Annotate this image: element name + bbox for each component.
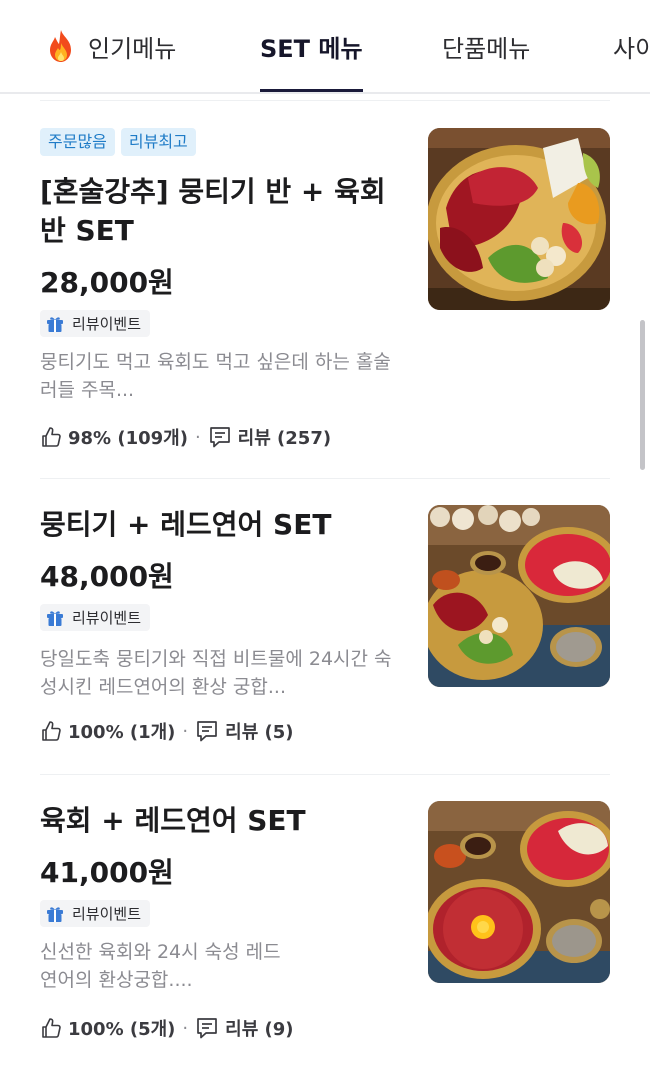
review-event-label: 리뷰이벤트: [72, 609, 142, 627]
tab-single-menu[interactable]: 단품메뉴: [442, 0, 530, 92]
separator-dot: ·: [182, 1017, 189, 1039]
thumbs-up-icon: [42, 721, 61, 741]
divider: [40, 100, 610, 101]
thumbs-up-icon: [42, 427, 61, 447]
menu-item-card[interactable]: 주문많음 리뷰최고 [혼술강추] 뭉티기 반 + 육회 반 SET 28,000…: [40, 128, 610, 458]
food-platter-photo: [428, 128, 610, 310]
like-rate: 100% (1개): [68, 722, 176, 743]
divider: [40, 478, 610, 479]
like-rate: 100% (5개): [68, 1019, 176, 1040]
food-platter-photo: [428, 505, 610, 687]
badge-group: 주문많음 리뷰최고: [40, 128, 196, 156]
review-event-badge: 리뷰이벤트: [40, 900, 151, 927]
tab-label: 사이: [613, 34, 650, 63]
divider: [40, 774, 610, 775]
review-event-label: 리뷰이벤트: [72, 905, 142, 923]
tab-label: 인기메뉴: [88, 34, 177, 63]
gift-icon: [47, 610, 63, 626]
menu-item-stats: 100% (5개) · 리뷰 (9): [40, 1014, 294, 1042]
food-platter-photo: [428, 801, 610, 983]
scrollbar[interactable]: [640, 320, 645, 470]
review-count: 리뷰 (5): [225, 722, 294, 743]
menu-item-price: 48,000원: [40, 560, 174, 593]
menu-item-price: 28,000원: [40, 266, 174, 299]
menu-item-description: 당일도축 뭉티기와 직접 비트물에 24시간 숙성시킨 레드연어의 환상 궁합.…: [40, 648, 392, 698]
active-tab-indicator: [260, 89, 363, 92]
menu-item-title: 뭉티기 + 레드연어 SET: [40, 508, 332, 541]
separator-dot: ·: [194, 426, 201, 448]
tab-side-menu[interactable]: 사이: [613, 0, 650, 92]
like-rate: 98% (109개): [68, 428, 188, 449]
category-tab-bar: 인기메뉴 SET 메뉴 단품메뉴 사이: [0, 0, 650, 94]
menu-item-price: 41,000원: [40, 856, 174, 889]
badge-best-review: 리뷰최고: [120, 128, 196, 156]
gift-icon: [47, 316, 63, 332]
menu-item-stats: 98% (109개) · 리뷰 (257): [40, 423, 331, 451]
fire-icon: [50, 30, 71, 62]
gift-icon: [47, 906, 63, 922]
menu-item-stats: 100% (1개) · 리뷰 (5): [40, 717, 294, 745]
review-event-badge: 리뷰이벤트: [40, 604, 151, 631]
badge-most-ordered: 주문많음: [40, 128, 115, 156]
menu-item-description: 뭉티기도 먹고 육회도 먹고 싶은데 하는 홀술러들 주목...: [40, 351, 391, 401]
review-icon: [197, 721, 218, 742]
review-count: 리뷰 (257): [237, 428, 332, 449]
review-icon: [197, 1018, 218, 1039]
review-count: 리뷰 (9): [225, 1019, 294, 1040]
menu-item-card[interactable]: 뭉티기 + 레드연어 SET 48,000원 리뷰이벤트 당일도축 뭉티기와 직…: [40, 505, 610, 755]
tab-set-menu[interactable]: SET 메뉴: [260, 0, 363, 92]
menu-item-description: 신선한 육회와 24시 숙성 레드연어의 환상궁합....: [40, 941, 281, 991]
tab-popular-menu[interactable]: 인기메뉴: [46, 0, 176, 92]
review-event-badge: 리뷰이벤트: [40, 310, 151, 337]
thumbs-up-icon: [42, 1018, 61, 1038]
tab-label: SET 메뉴: [260, 34, 363, 63]
tab-label: 단품메뉴: [442, 34, 531, 63]
menu-item-card[interactable]: 육회 + 레드연어 SET 41,000원 리뷰이벤트 신선한 육회와 24시 …: [40, 801, 610, 1051]
review-icon: [209, 427, 230, 448]
menu-item-title: 육회 + 레드연어 SET: [40, 804, 306, 837]
menu-item-title: [혼술강추] 뭉티기 반 + 육회 반 SET: [40, 175, 386, 247]
separator-dot: ·: [182, 720, 189, 742]
review-event-label: 리뷰이벤트: [72, 315, 142, 333]
